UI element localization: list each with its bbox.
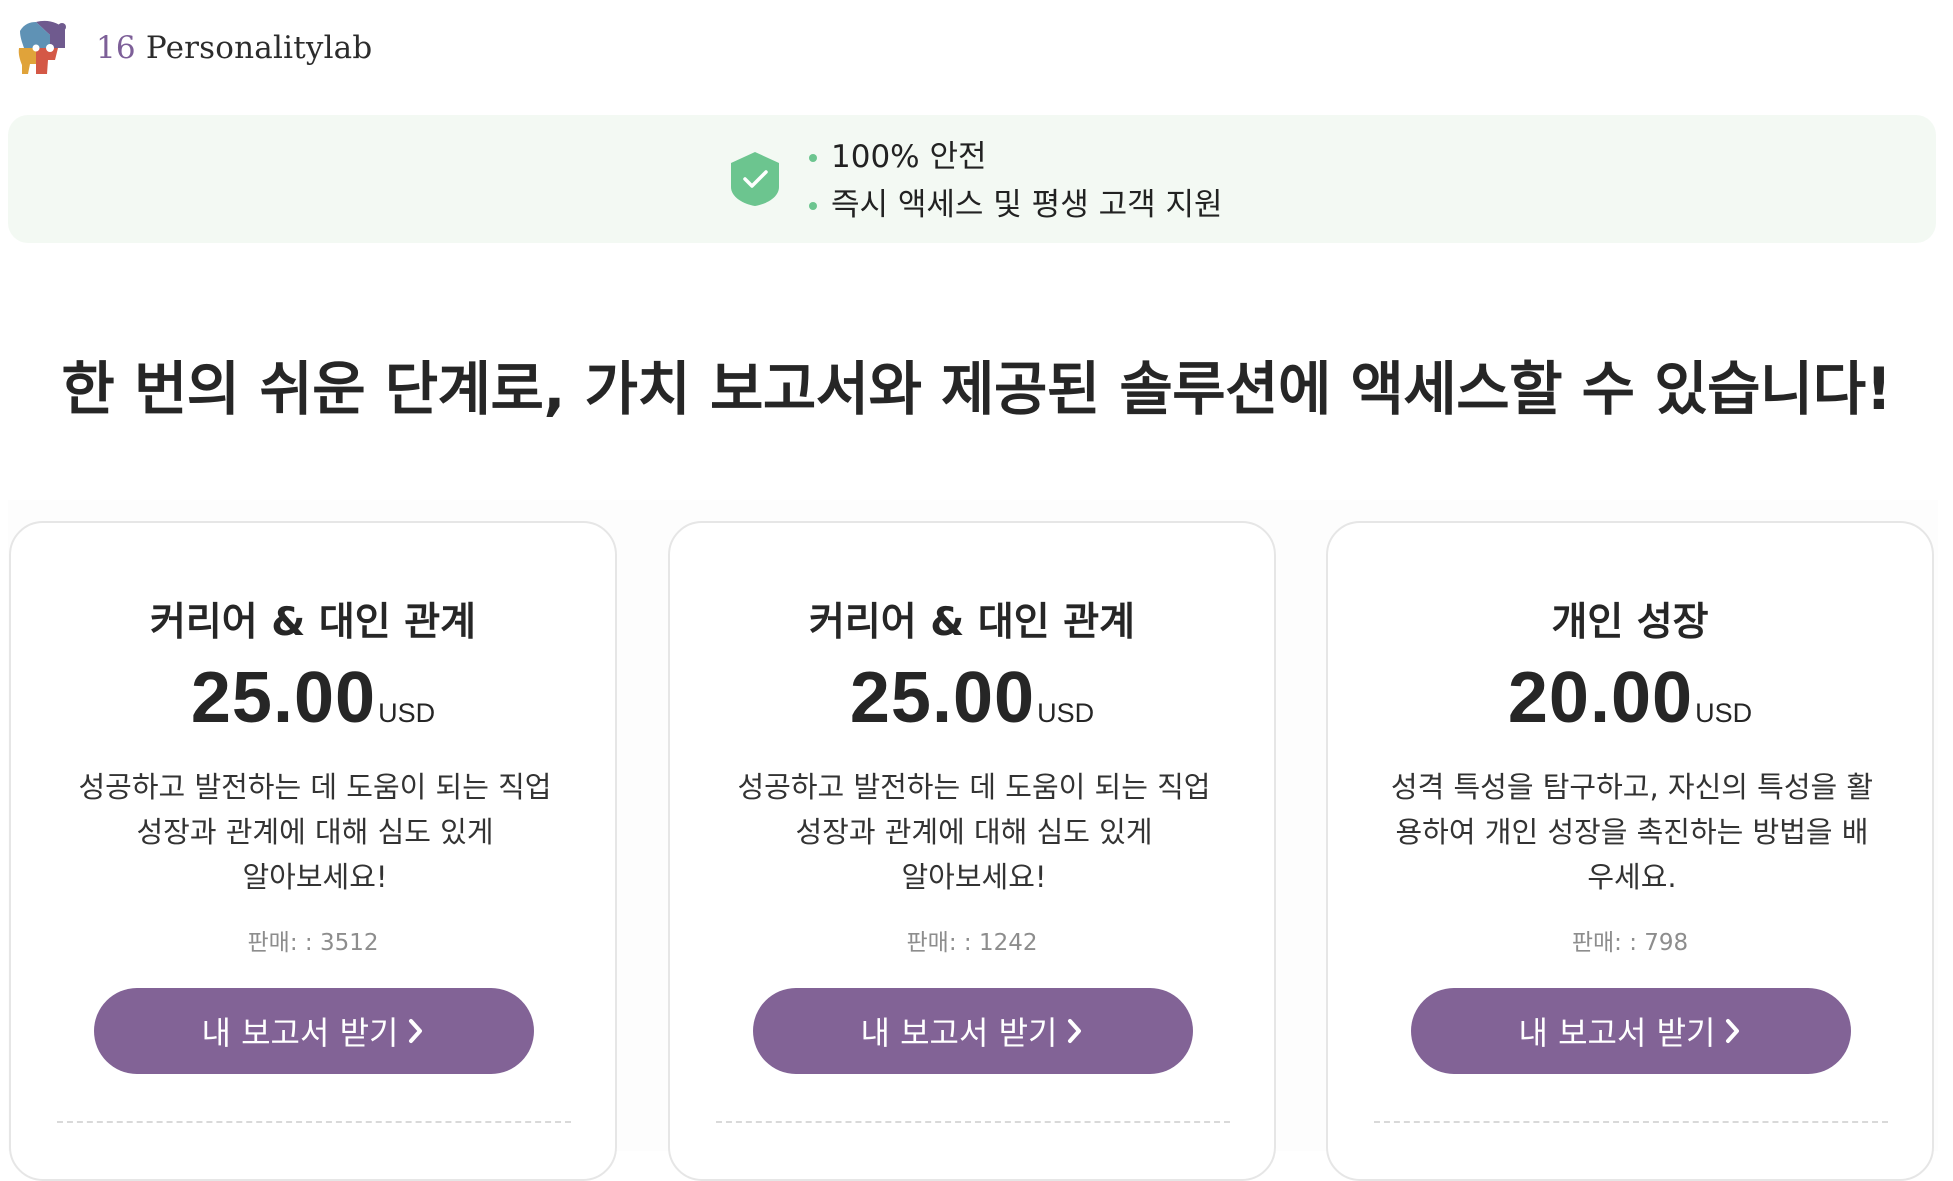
brand-name[interactable]: 16 Personalitylab	[96, 30, 372, 66]
page-headline: 한 번의 쉬운 단계로, 가치 보고서와 제공된 솔루션에 액세스할 수 있습니…	[61, 355, 1892, 423]
brand-text: Personalitylab	[145, 30, 373, 66]
plan-card-career-2: 커리어 & 대인 관계 25.00USD 성공하고 발전하는 데 도움이 되는 …	[668, 521, 1276, 1181]
shield-check-icon	[731, 152, 779, 206]
get-report-label: 내 보고서 받기	[201, 1014, 399, 1052]
puzzle-head-logo-icon[interactable]	[14, 18, 74, 78]
brand-number: 16	[96, 30, 136, 66]
get-report-button[interactable]: 내 보고서 받기	[1411, 988, 1851, 1074]
plan-price: 25.00USD	[670, 657, 1274, 739]
plan-description: 성격 특성을 탐구하고, 자신의 특성을 활용하여 개인 성장을 촉진하는 방법…	[1390, 770, 1874, 894]
card-divider	[716, 1121, 1230, 1123]
plan-title: 커리어 & 대인 관계	[809, 600, 1135, 645]
plan-sales-count: 판매: : 1242	[906, 930, 1038, 956]
price-currency: USD	[1037, 698, 1095, 728]
price-currency: USD	[1695, 698, 1753, 728]
plan-description: 성공하고 발전하는 데 도움이 되는 직업 성장과 관계에 대해 심도 있게 알…	[737, 770, 1211, 894]
plan-price: 20.00USD	[1328, 657, 1932, 739]
get-report-button[interactable]: 내 보고서 받기	[753, 988, 1193, 1074]
trust-item-support: 즉시 액세스 및 평생 고객 지원	[808, 181, 1223, 229]
price-amount: 25.00	[190, 658, 377, 738]
plan-card-personal-growth: 개인 성장 20.00USD 성격 특성을 탐구하고, 자신의 특성을 활용하여…	[1326, 521, 1934, 1181]
card-divider	[57, 1121, 571, 1123]
card-divider	[1374, 1121, 1888, 1123]
plan-sales-count: 판매: : 3512	[247, 930, 379, 956]
trust-item-secure: 100% 안전	[808, 133, 1223, 181]
chevron-right-icon	[1068, 1019, 1082, 1043]
site-header: 16 Personalitylab	[14, 18, 372, 78]
plan-sales-count: 판매: : 798	[1571, 930, 1689, 956]
chevron-right-icon	[1726, 1019, 1740, 1043]
get-report-label: 내 보고서 받기	[860, 1014, 1058, 1052]
chevron-right-icon	[409, 1019, 423, 1043]
plan-card-career-1: 커리어 & 대인 관계 25.00USD 성공하고 발전하는 데 도움이 되는 …	[9, 521, 617, 1181]
get-report-button[interactable]: 내 보고서 받기	[94, 988, 534, 1074]
plan-title: 커리어 & 대인 관계	[150, 600, 476, 645]
plan-title: 개인 성장	[1551, 600, 1709, 645]
price-amount: 20.00	[1507, 658, 1694, 738]
plan-price: 25.00USD	[11, 657, 615, 739]
get-report-label: 내 보고서 받기	[1518, 1014, 1716, 1052]
price-amount: 25.00	[849, 658, 1036, 738]
plan-description: 성공하고 발전하는 데 도움이 되는 직업 성장과 관계에 대해 심도 있게 알…	[78, 770, 552, 894]
price-currency: USD	[378, 698, 436, 728]
trust-banner: 100% 안전 즉시 액세스 및 평생 고객 지원	[8, 115, 1936, 243]
trust-list: 100% 안전 즉시 액세스 및 평생 고객 지원	[808, 133, 1223, 229]
